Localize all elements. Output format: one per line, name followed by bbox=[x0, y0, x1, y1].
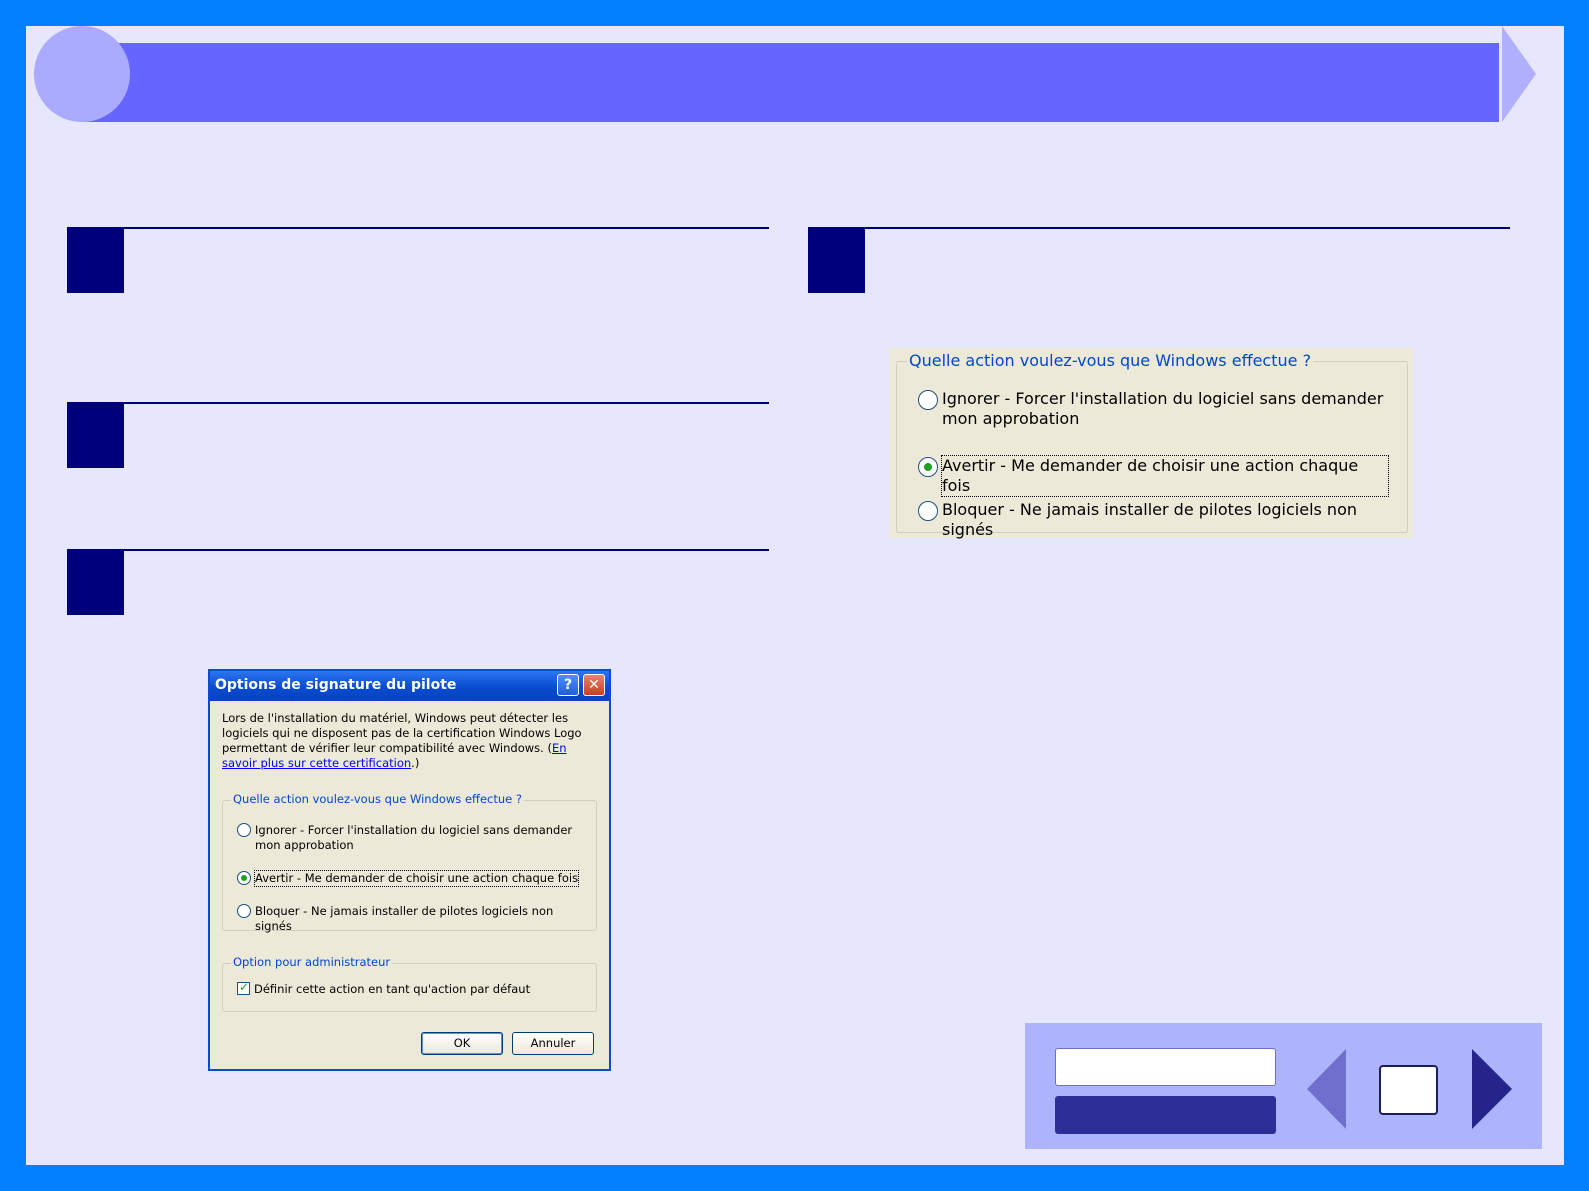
previous-page-icon[interactable] bbox=[1306, 1048, 1348, 1130]
action-groupbox: Quelle action voulez-vous que Windows ef… bbox=[222, 792, 597, 934]
step-3-number-box bbox=[67, 549, 124, 615]
step-1-rule bbox=[67, 227, 769, 229]
radio-bloquer-label: Bloquer - Ne jamais installer de pilotes… bbox=[255, 904, 554, 933]
radio-avertir[interactable] bbox=[237, 871, 251, 885]
zoomed-radio-bloquer[interactable] bbox=[918, 501, 938, 521]
zoomed-group-legend: Quelle action voulez-vous que Windows ef… bbox=[907, 351, 1314, 370]
page-number-box bbox=[1379, 1065, 1438, 1115]
title-arrow-tip bbox=[1502, 26, 1536, 122]
radio-option-ignorer[interactable]: Ignorer - Forcer l'installation du logic… bbox=[237, 823, 582, 853]
zoomed-action-panel: Quelle action voulez-vous que Windows ef… bbox=[889, 348, 1413, 539]
action-group-legend: Quelle action voulez-vous que Windows ef… bbox=[231, 792, 524, 806]
zoomed-radio-avertir[interactable] bbox=[918, 457, 938, 477]
dialog-description: Lors de l'installation du matériel, Wind… bbox=[222, 711, 600, 771]
check-icon: ✓ bbox=[239, 980, 250, 994]
close-button[interactable]: ✕ bbox=[583, 674, 605, 696]
zoomed-radio-option-bloquer[interactable]: Bloquer - Ne jamais installer de pilotes… bbox=[918, 500, 1388, 540]
ok-button[interactable]: OK bbox=[421, 1032, 503, 1055]
radio-avertir-label: Avertir - Me demander de choisir une act… bbox=[253, 870, 580, 887]
step-4-number-box bbox=[808, 227, 865, 293]
zoomed-radio-bloquer-label: Bloquer - Ne jamais installer de pilotes… bbox=[942, 500, 1357, 539]
admin-group-legend: Option pour administrateur bbox=[231, 955, 393, 969]
title-circle bbox=[34, 26, 130, 122]
zoomed-radio-ignorer-label: Ignorer - Forcer l'installation du logic… bbox=[942, 389, 1384, 428]
previous-arrow-shape bbox=[1307, 1049, 1346, 1129]
navigation-panel bbox=[1025, 1023, 1542, 1149]
nav-contents-button[interactable] bbox=[1055, 1048, 1276, 1086]
zoomed-radio-option-ignorer[interactable]: Ignorer - Forcer l'installation du logic… bbox=[918, 389, 1388, 429]
cancel-button[interactable]: Annuler bbox=[512, 1032, 594, 1055]
dialog-description-end: .) bbox=[411, 756, 420, 770]
radio-option-bloquer[interactable]: Bloquer - Ne jamais installer de pilotes… bbox=[237, 904, 582, 934]
zoomed-radio-selected-dot bbox=[924, 463, 932, 471]
title-band bbox=[34, 26, 1536, 122]
admin-groupbox: Option pour administrateur ✓ Définir cet… bbox=[222, 955, 597, 1012]
zoomed-radio-ignorer[interactable] bbox=[918, 390, 938, 410]
radio-selected-dot bbox=[241, 875, 247, 881]
page: Options de signature du pilote ? ✕ Lors … bbox=[26, 26, 1564, 1165]
radio-bloquer[interactable] bbox=[237, 904, 251, 918]
step-3-rule bbox=[67, 549, 769, 551]
radio-ignorer[interactable] bbox=[237, 823, 251, 837]
zoomed-radio-avertir-label: Avertir - Me demander de choisir une act… bbox=[941, 455, 1389, 497]
step-4-rule bbox=[808, 227, 1510, 229]
default-action-label: Définir cette action en tant qu'action p… bbox=[254, 982, 531, 996]
zoomed-radio-option-avertir[interactable]: Avertir - Me demander de choisir une act… bbox=[918, 455, 1389, 497]
next-page-icon[interactable] bbox=[1471, 1048, 1513, 1130]
radio-option-avertir[interactable]: Avertir - Me demander de choisir une act… bbox=[237, 870, 582, 887]
title-band-fill bbox=[82, 43, 1499, 122]
step-2-rule bbox=[67, 402, 769, 404]
next-arrow-shape bbox=[1472, 1049, 1512, 1129]
radio-ignorer-label: Ignorer - Forcer l'installation du logic… bbox=[255, 823, 573, 852]
zoomed-action-groupbox: Quelle action voulez-vous que Windows ef… bbox=[896, 351, 1408, 539]
nav-index-button[interactable] bbox=[1055, 1096, 1276, 1134]
default-action-checkbox[interactable]: ✓ bbox=[237, 980, 250, 995]
step-1-number-box bbox=[67, 227, 124, 293]
step-2-number-box bbox=[67, 402, 124, 468]
default-action-option[interactable]: ✓ Définir cette action en tant qu'action… bbox=[237, 980, 582, 997]
driver-signing-dialog: Options de signature du pilote ? ✕ Lors … bbox=[208, 669, 611, 1071]
dialog-description-text: Lors de l'installation du matériel, Wind… bbox=[222, 711, 582, 755]
dialog-title: Options de signature du pilote bbox=[215, 677, 457, 693]
help-button[interactable]: ? bbox=[557, 674, 579, 696]
dialog-titlebar: Options de signature du pilote ? ✕ bbox=[210, 671, 609, 701]
